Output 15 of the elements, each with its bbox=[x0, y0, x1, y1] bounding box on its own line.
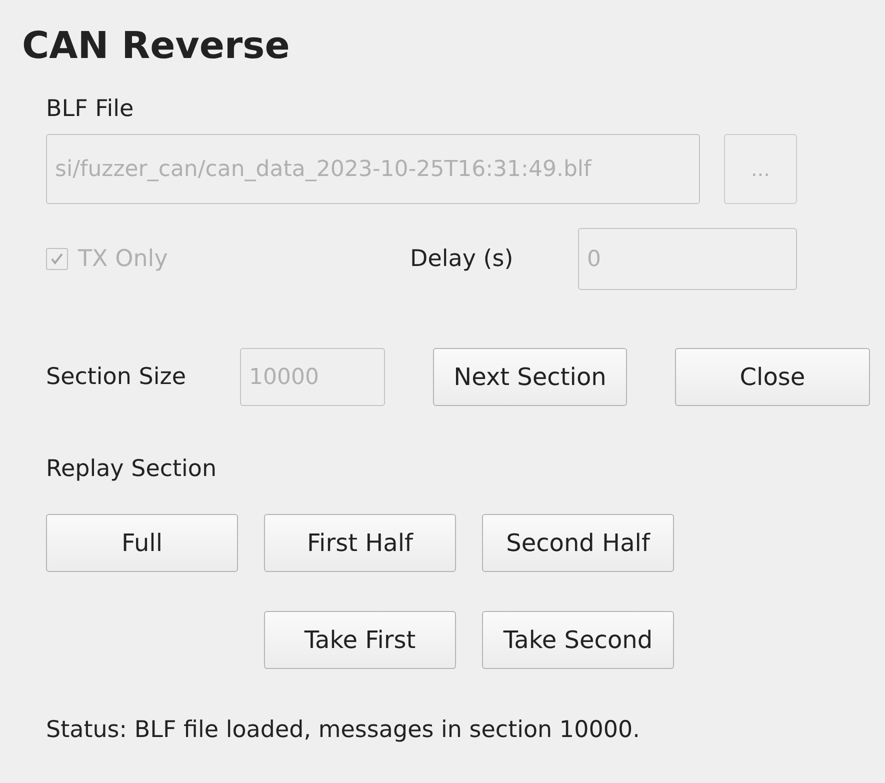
status-text: Status: BLF file loaded, messages in section 10000. bbox=[46, 716, 640, 745]
blf-file-label: BLF File bbox=[46, 95, 134, 124]
take-button[interactable]: Take First bbox=[264, 611, 456, 669]
check-icon bbox=[49, 251, 65, 267]
close-button[interactable]: Close bbox=[675, 348, 870, 406]
replay-button[interactable]: First Half bbox=[264, 514, 456, 572]
replay-button[interactable]: Second Half bbox=[482, 514, 674, 572]
replay-button[interactable]: Full bbox=[46, 514, 238, 572]
next-section-button[interactable]: Next Section bbox=[433, 348, 627, 406]
tx-only-label: TX Only bbox=[78, 244, 168, 274]
replay-section-label: Replay Section bbox=[46, 455, 217, 484]
section-size-label: Section Size bbox=[46, 362, 187, 392]
take-button[interactable]: Take Second bbox=[482, 611, 674, 669]
window-title: CAN Reverse bbox=[22, 23, 291, 69]
delay-label: Delay (s) bbox=[410, 244, 514, 274]
